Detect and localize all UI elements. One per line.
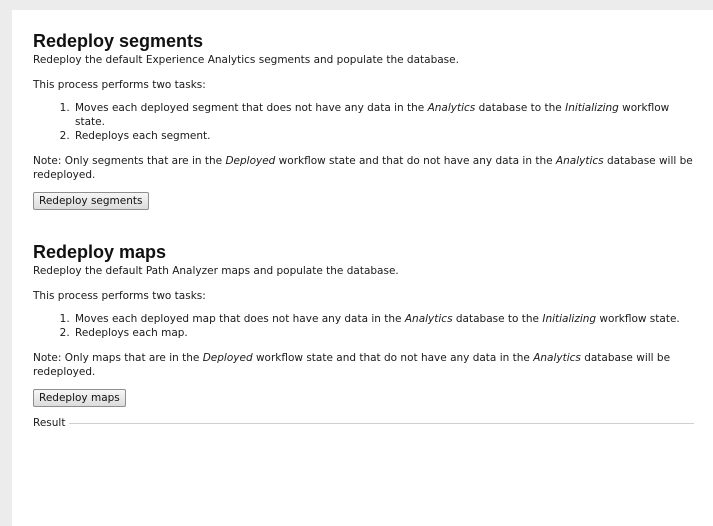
section-title-maps: Redeploy maps (33, 242, 167, 262)
section-description-maps: Redeploy the default Path Analyzer maps … (33, 265, 399, 277)
process-intro-maps: This process performs two tasks: (33, 290, 206, 302)
redeploy-maps-section: Redeploy maps Redeploy the default Path … (33, 242, 713, 407)
process-intro-segments: This process performs two tasks: (33, 79, 206, 91)
redeploy-segments-section: Redeploy segments Redeploy the default E… (33, 10, 713, 210)
task-item-redeploy-maps: Redeploys each map. (73, 326, 713, 340)
result-label: Result (33, 417, 66, 429)
task-item-move-segments: Moves each deployed segment that does no… (73, 101, 683, 129)
section-description-segments: Redeploy the default Experience Analytic… (33, 54, 459, 66)
note-segments: Note: Only segments that are in the Depl… (33, 155, 693, 181)
note-maps: Note: Only maps that are in the Deployed… (33, 352, 671, 378)
section-title-segments: Redeploy segments (33, 31, 204, 51)
result-divider (69, 423, 694, 424)
result-fieldset: Result (33, 417, 694, 429)
task-item-redeploy-segments: Redeploys each segment. (73, 129, 683, 143)
redeploy-segments-button[interactable]: Redeploy segments (33, 192, 149, 210)
task-item-move-maps: Moves each deployed map that does not ha… (73, 312, 713, 326)
redeploy-maps-button[interactable]: Redeploy maps (33, 389, 126, 407)
main-panel: Redeploy segments Redeploy the default E… (12, 10, 713, 526)
task-list-segments: Moves each deployed segment that does no… (33, 101, 683, 143)
task-list-maps: Moves each deployed map that does not ha… (33, 312, 713, 340)
